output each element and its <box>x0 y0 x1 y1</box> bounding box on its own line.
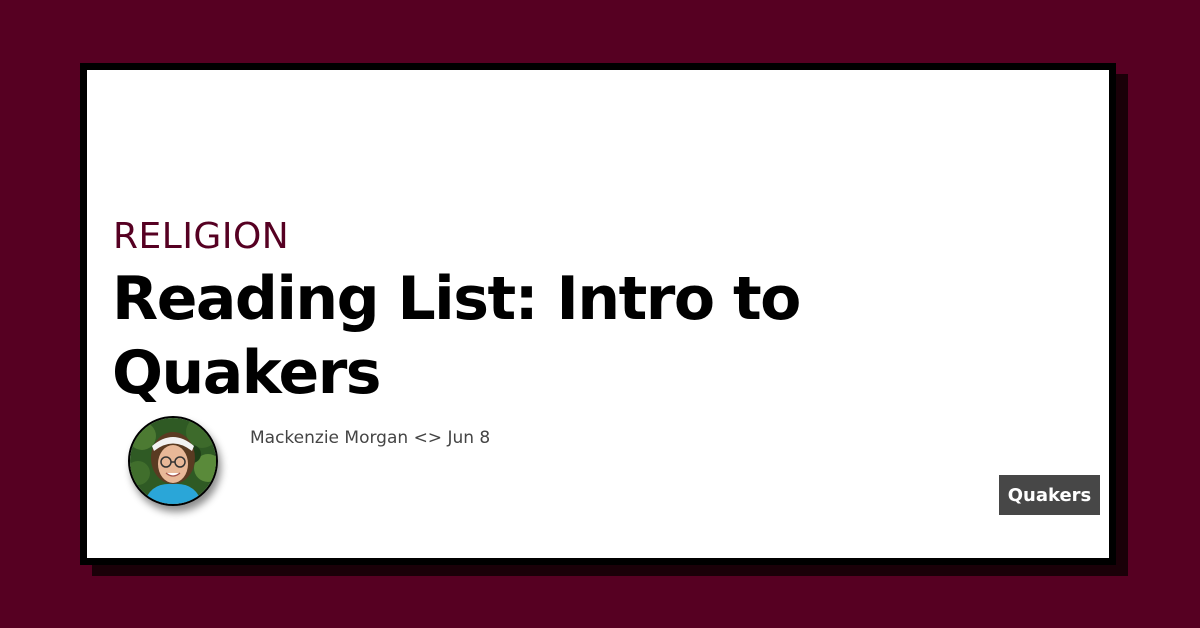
avatar-photo-icon <box>130 418 216 504</box>
post-title[interactable]: Reading List: Intro to Quakers <box>112 262 932 410</box>
category-label[interactable]: RELIGION <box>113 215 289 259</box>
post-date: Jun 8 <box>447 428 491 448</box>
tag-quakers[interactable]: Quakers <box>999 475 1100 515</box>
author-avatar[interactable] <box>128 416 218 506</box>
author-name[interactable]: Mackenzie Morgan <box>250 428 408 448</box>
byline-separator: <> <box>413 428 443 448</box>
post-byline: Mackenzie Morgan <> Jun 8 <box>250 428 490 448</box>
